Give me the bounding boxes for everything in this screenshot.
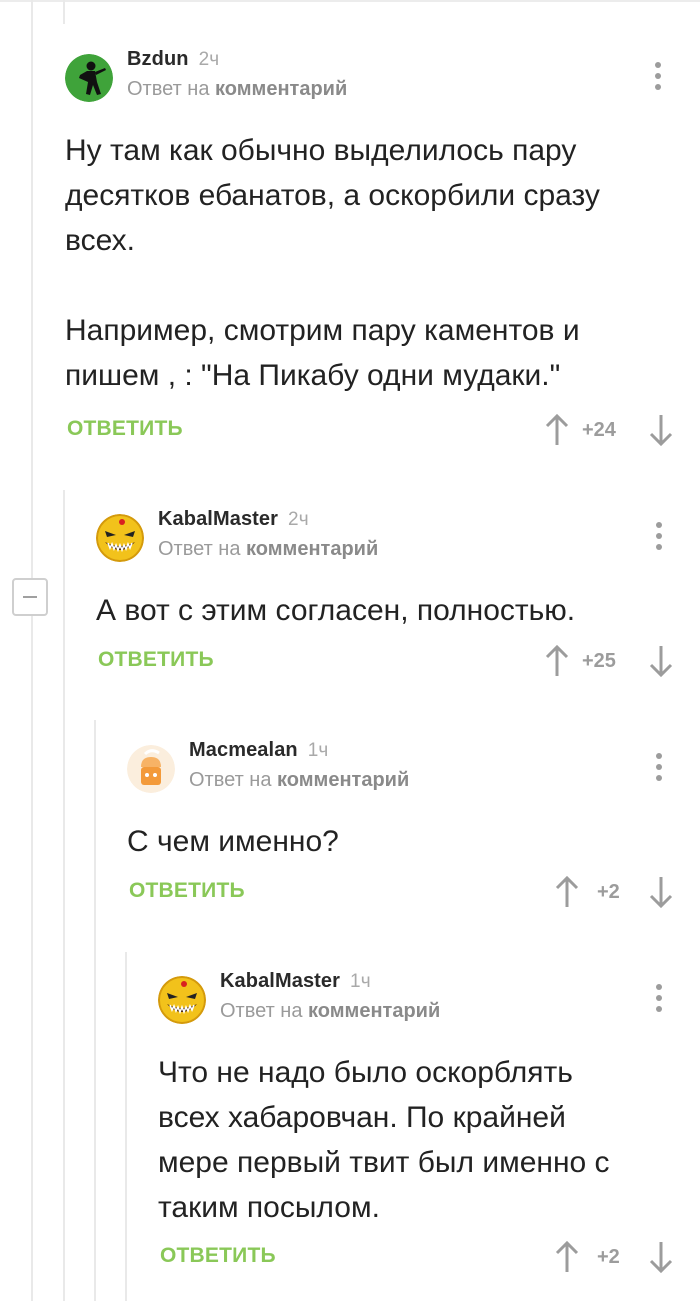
reply-prefix: Ответ на bbox=[189, 769, 272, 791]
more-vertical-icon[interactable] bbox=[655, 62, 661, 92]
more-vertical-icon[interactable] bbox=[656, 522, 662, 552]
comment-paragraph: С чем именно? bbox=[127, 825, 339, 858]
thread-line bbox=[31, 0, 33, 1301]
top-divider bbox=[0, 0, 700, 2]
comment-actions: ОТВЕТИТЬ +25 bbox=[96, 642, 675, 682]
comment: Bzdun 2ч Ответ на комментарий Ну там как … bbox=[65, 48, 675, 447]
author-name[interactable]: KabalMaster 2ч bbox=[158, 508, 309, 531]
author-name[interactable]: Bzdun 2ч bbox=[127, 48, 219, 71]
reply-info: Ответ на комментарий bbox=[189, 769, 409, 792]
comment-paragraph: Ну там как обычно выделилось пару десятк… bbox=[65, 134, 600, 257]
arrow-down-icon[interactable] bbox=[649, 644, 673, 678]
comment-paragraph: Например, смотрим пару каментов и пишем … bbox=[65, 314, 580, 392]
arrow-up-icon[interactable] bbox=[545, 644, 569, 678]
comment-time: 1ч bbox=[350, 971, 371, 992]
comment: KabalMaster 1ч Ответ на комментарий Что н… bbox=[158, 970, 675, 1274]
score: +2 bbox=[597, 881, 620, 903]
comment-body: С чем именно? bbox=[127, 819, 657, 864]
thread-line bbox=[94, 720, 96, 1301]
arrow-up-icon[interactable] bbox=[555, 1240, 579, 1274]
avatar[interactable] bbox=[65, 54, 113, 102]
more-vertical-icon[interactable] bbox=[656, 984, 662, 1014]
comment-paragraph: А вот с этим согласен, полностью. bbox=[96, 594, 576, 627]
arrow-up-icon[interactable] bbox=[545, 413, 569, 447]
reply-prefix: Ответ на bbox=[158, 538, 241, 560]
author-name-text[interactable]: KabalMaster bbox=[158, 508, 278, 530]
thread-line bbox=[125, 952, 127, 1301]
vote-controls: +24 bbox=[535, 411, 675, 451]
thread-line bbox=[63, 490, 65, 1301]
comment-header: Macmealan 1ч Ответ на комментарий bbox=[127, 739, 675, 809]
score: +24 bbox=[582, 419, 616, 441]
reply-button[interactable]: ОТВЕТИТЬ bbox=[98, 648, 214, 672]
avatar[interactable] bbox=[158, 976, 206, 1024]
author-name-text[interactable]: Bzdun bbox=[127, 48, 189, 70]
comment-actions: ОТВЕТИТЬ +2 bbox=[158, 1238, 675, 1278]
comment-body: Ну там как обычно выделилось пару десятк… bbox=[65, 128, 655, 398]
comment-time: 2ч bbox=[288, 509, 309, 530]
reply-target-link[interactable]: комментарий bbox=[215, 78, 347, 100]
comment-actions: ОТВЕТИТЬ +2 bbox=[127, 873, 675, 913]
collapse-thread-button[interactable] bbox=[12, 578, 48, 616]
comment-body: А вот с этим согласен, полностью. bbox=[96, 588, 656, 633]
author-name-text[interactable]: Macmealan bbox=[189, 739, 298, 761]
reply-info: Ответ на комментарий bbox=[158, 538, 378, 561]
score: +2 bbox=[597, 1246, 620, 1268]
reply-target-link[interactable]: комментарий bbox=[308, 1000, 440, 1022]
reply-target-link[interactable]: комментарий bbox=[277, 769, 409, 791]
author-name[interactable]: Macmealan 1ч bbox=[189, 739, 328, 762]
arrow-down-icon[interactable] bbox=[649, 1240, 673, 1274]
avatar[interactable] bbox=[96, 514, 144, 562]
reply-prefix: Ответ на bbox=[127, 78, 210, 100]
comment-time: 1ч bbox=[307, 740, 329, 761]
arrow-down-icon[interactable] bbox=[649, 875, 673, 909]
reply-prefix: Ответ на bbox=[220, 1000, 303, 1022]
arrow-up-icon[interactable] bbox=[555, 875, 579, 909]
comment-body: Что не надо было оскорблять всех хабаров… bbox=[158, 1050, 638, 1230]
author-name[interactable]: KabalMaster 1ч bbox=[220, 970, 371, 993]
reply-button[interactable]: ОТВЕТИТЬ bbox=[160, 1244, 276, 1268]
arrow-down-icon[interactable] bbox=[649, 413, 673, 447]
comment-header: KabalMaster 1ч Ответ на комментарий bbox=[158, 970, 675, 1040]
reply-info: Ответ на комментарий bbox=[220, 1000, 440, 1023]
comment-paragraph: Что не надо было оскорблять всех хабаров… bbox=[158, 1056, 610, 1224]
vote-controls: +2 bbox=[551, 1238, 675, 1278]
thread-line bbox=[63, 0, 65, 24]
comment-time: 2ч bbox=[198, 49, 220, 70]
author-name-text[interactable]: KabalMaster bbox=[220, 970, 340, 992]
more-vertical-icon[interactable] bbox=[656, 753, 662, 783]
reply-target-link[interactable]: комментарий bbox=[246, 538, 378, 560]
reply-button[interactable]: ОТВЕТИТЬ bbox=[129, 879, 245, 903]
comment: KabalMaster 2ч Ответ на комментарий А вот… bbox=[96, 508, 675, 678]
avatar[interactable] bbox=[127, 745, 175, 793]
comment-actions: ОТВЕТИТЬ +24 bbox=[65, 411, 675, 451]
reply-button[interactable]: ОТВЕТИТЬ bbox=[67, 417, 183, 441]
score: +25 bbox=[582, 650, 616, 672]
comment-header: KabalMaster 2ч Ответ на комментарий bbox=[96, 508, 675, 578]
reply-info: Ответ на комментарий bbox=[127, 78, 347, 101]
comment-header: Bzdun 2ч Ответ на комментарий bbox=[65, 48, 675, 118]
vote-controls: +25 bbox=[535, 642, 675, 682]
comment: Macmealan 1ч Ответ на комментарий С чем и… bbox=[127, 739, 675, 909]
vote-controls: +2 bbox=[551, 873, 675, 913]
